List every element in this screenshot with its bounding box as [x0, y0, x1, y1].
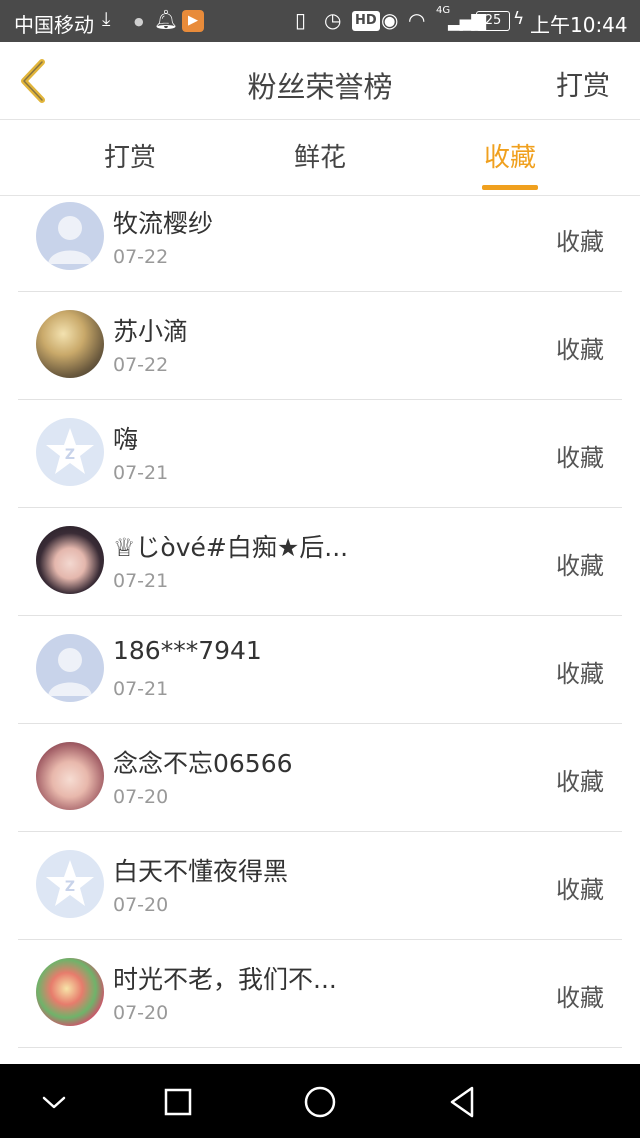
- action-label: 收藏: [556, 552, 604, 580]
- circle-icon: [304, 1086, 336, 1118]
- status-bar: 中国移动 ⤓ ● 🔔︎ ▶ ▯ ◷ HD ◉ ◠ 4G ▂▄▆ 25 ϟ 上午1…: [0, 0, 640, 42]
- back-nav-button[interactable]: [440, 1080, 484, 1124]
- default-user-avatar: [36, 202, 104, 270]
- list-item[interactable]: 苏小滴 07-22 收藏: [18, 292, 622, 400]
- hide-nav-button[interactable]: [32, 1080, 76, 1124]
- reward-button[interactable]: 打赏: [556, 64, 610, 103]
- photo-avatar: [36, 742, 104, 810]
- video-app-icon: ▶: [182, 10, 204, 32]
- user-name: ♕じòvé#白痴★后...: [113, 533, 349, 562]
- download-icon: ⤓: [102, 8, 111, 30]
- default-user-avatar: [36, 634, 104, 702]
- date-label: 07-20: [113, 1002, 169, 1024]
- action-label: 收藏: [556, 768, 604, 796]
- user-name: 嗨: [113, 425, 139, 454]
- alarm-icon: ◷: [324, 8, 342, 32]
- carrier-label: 中国移动: [14, 13, 94, 37]
- battery-icon: 25: [476, 11, 510, 31]
- date-label: 07-20: [113, 786, 169, 808]
- action-label: 收藏: [556, 876, 604, 904]
- fan-list[interactable]: 牧流樱纱 07-22 收藏 苏小滴 07-22 收藏 Z 嗨 07-21 收藏 …: [0, 184, 640, 1064]
- date-label: 07-21: [113, 678, 169, 700]
- home-button[interactable]: [298, 1080, 342, 1124]
- qq-avatar: Z: [36, 418, 104, 486]
- user-name: 牧流樱纱: [113, 209, 214, 238]
- user-name: 时光不老，我们不...: [113, 965, 337, 994]
- app-header: 粉丝荣誉榜 打赏: [0, 42, 640, 120]
- action-label: 收藏: [556, 984, 604, 1012]
- svg-text:Z: Z: [65, 447, 75, 463]
- clock: 上午10:44: [530, 13, 628, 37]
- list-item[interactable]: Z 白天不懂夜得黑 07-20 收藏: [18, 832, 622, 940]
- user-name: 念念不忘06566: [113, 749, 293, 778]
- charging-icon: ϟ: [513, 9, 525, 29]
- qq-avatar: Z: [36, 850, 104, 918]
- list-item[interactable]: 186***7941 07-21 收藏: [18, 616, 622, 724]
- date-label: 07-22: [113, 246, 169, 268]
- action-label: 收藏: [556, 444, 604, 472]
- recents-button[interactable]: [156, 1080, 200, 1124]
- date-label: 07-22: [113, 354, 169, 376]
- photo-avatar: [36, 526, 104, 594]
- list-item[interactable]: 时光不老，我们不... 07-20 收藏: [18, 940, 622, 1048]
- eye-icon: ◉: [381, 8, 399, 32]
- action-label: 收藏: [556, 228, 604, 256]
- system-nav-bar: [0, 1064, 640, 1138]
- user-name: 186***7941: [113, 636, 262, 665]
- anime-avatar: [36, 958, 104, 1026]
- list-item[interactable]: Z 嗨 07-21 收藏: [18, 400, 622, 508]
- chevron-down-icon: [42, 1096, 66, 1109]
- notification-dot-icon: ●: [134, 15, 144, 28]
- svg-text:Z: Z: [65, 879, 75, 895]
- user-name: 苏小滴: [113, 317, 189, 346]
- list-item[interactable]: ♕じòvé#白痴★后... 07-21 收藏: [18, 508, 622, 616]
- action-label: 收藏: [556, 660, 604, 688]
- date-label: 07-21: [113, 462, 169, 484]
- wifi-icon: ◠: [408, 8, 426, 32]
- list-item[interactable]: 牧流樱纱 07-22 收藏: [18, 184, 622, 292]
- anime-avatar: [36, 310, 104, 378]
- bell-icon: 🔔︎: [154, 9, 179, 31]
- hd-icon: HD: [352, 11, 380, 31]
- triangle-back-icon: [450, 1086, 474, 1118]
- date-label: 07-20: [113, 894, 169, 916]
- page-title: 粉丝荣誉榜: [247, 70, 393, 104]
- square-icon: [164, 1088, 192, 1116]
- list-item[interactable]: 念念不忘06566 07-20 收藏: [18, 724, 622, 832]
- action-label: 收藏: [556, 336, 604, 364]
- date-label: 07-21: [113, 570, 169, 592]
- user-name: 白天不懂夜得黑: [113, 857, 289, 886]
- vibrate-icon: ▯: [295, 8, 307, 32]
